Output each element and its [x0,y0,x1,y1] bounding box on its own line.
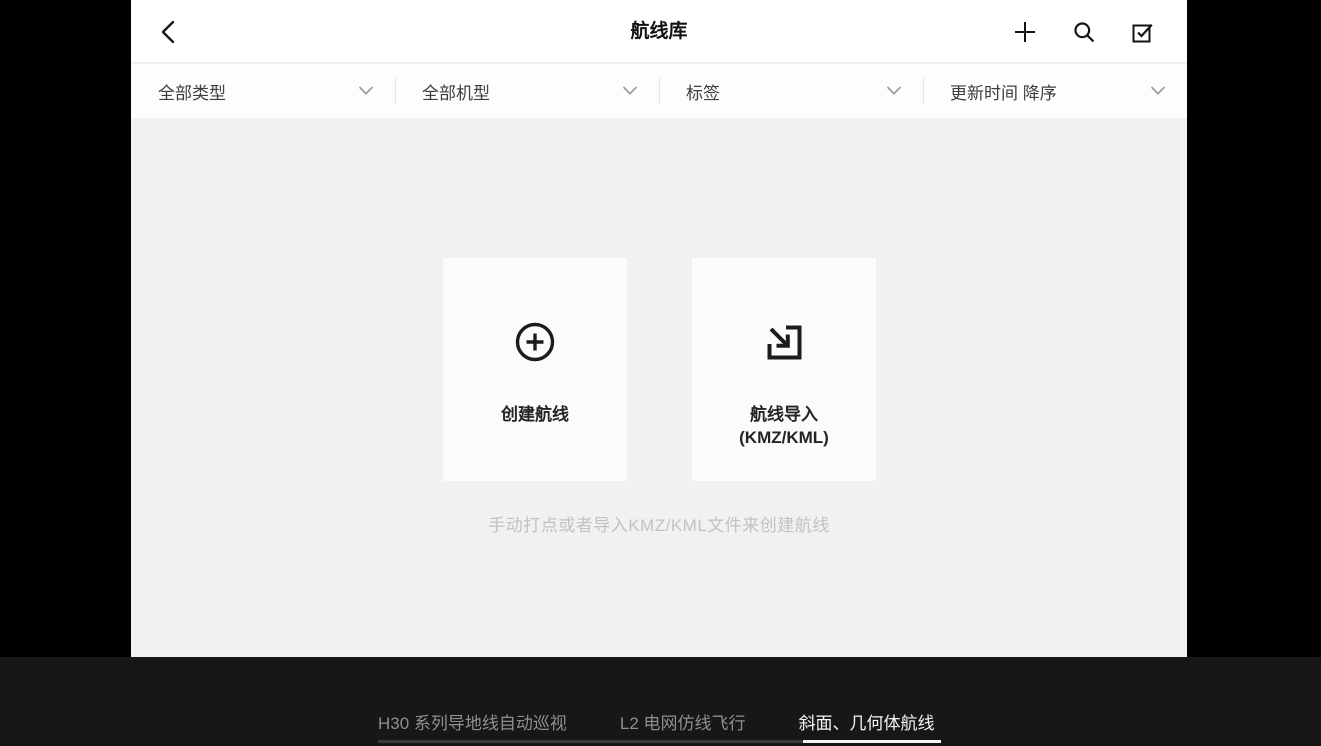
chevron-down-icon [358,86,374,96]
import-route-label: 航线导入 (KMZ/KML) [692,403,876,449]
tab-h30-series[interactable]: H30 系列导地线自动巡视 [378,709,567,734]
bottom-tab-bar: H30 系列导地线自动巡视 L2 电网仿线飞行 斜面、几何体航线 [0,657,1321,746]
filter-aircraft-label: 全部机型 [422,79,490,104]
filter-tag-label: 标签 [686,79,720,104]
import-route-label-line2: (KMZ/KML) [692,426,876,449]
add-route-button[interactable] [1012,19,1038,45]
active-tab-indicator [803,740,941,743]
create-route-label: 创建航线 [443,403,627,426]
checkbox-check-icon [1130,19,1156,45]
filter-type-dropdown[interactable]: 全部类型 [131,64,395,118]
create-route-card[interactable]: 创建航线 [443,258,627,481]
import-route-label-line1: 航线导入 [692,403,876,426]
header-actions [1012,0,1156,63]
filter-type-label: 全部类型 [158,79,226,104]
plus-icon [1012,19,1038,45]
filter-sort-label: 更新时间 降序 [950,79,1057,104]
multi-select-button[interactable] [1130,19,1156,45]
filter-sort-dropdown[interactable]: 更新时间 降序 [923,64,1187,118]
filter-bar: 全部类型 全部机型 标签 更新时间 降序 [131,64,1187,118]
header: 航线库 [131,0,1187,63]
chevron-down-icon [622,86,638,96]
circle-plus-icon [512,319,558,365]
empty-state-hint: 手动打点或者导入KMZ/KML文件来创建航线 [131,511,1187,536]
tabs: H30 系列导地线自动巡视 L2 电网仿线飞行 斜面、几何体航线 [378,709,935,734]
filter-aircraft-dropdown[interactable]: 全部机型 [395,64,659,118]
filter-tag-dropdown[interactable]: 标签 [659,64,923,118]
tab-l2-powerline[interactable]: L2 电网仿线飞行 [620,709,746,734]
import-arrow-icon [761,319,807,365]
screen: { "app": { "header": { "title": "航线库", "… [0,0,1321,746]
chevron-down-icon [1150,86,1166,96]
import-route-card[interactable]: 航线导入 (KMZ/KML) [692,258,876,481]
search-button[interactable] [1071,19,1097,45]
tab-slope-geometry[interactable]: 斜面、几何体航线 [799,709,935,734]
chevron-down-icon [886,86,902,96]
route-library-panel: 航线库 [131,0,1187,657]
search-icon [1071,19,1097,45]
route-library-empty-state: 创建航线 航线导入 (KMZ/KML) 手动打点或者导入KMZ/KML文件来创建… [131,118,1187,657]
tab-track [378,740,941,743]
